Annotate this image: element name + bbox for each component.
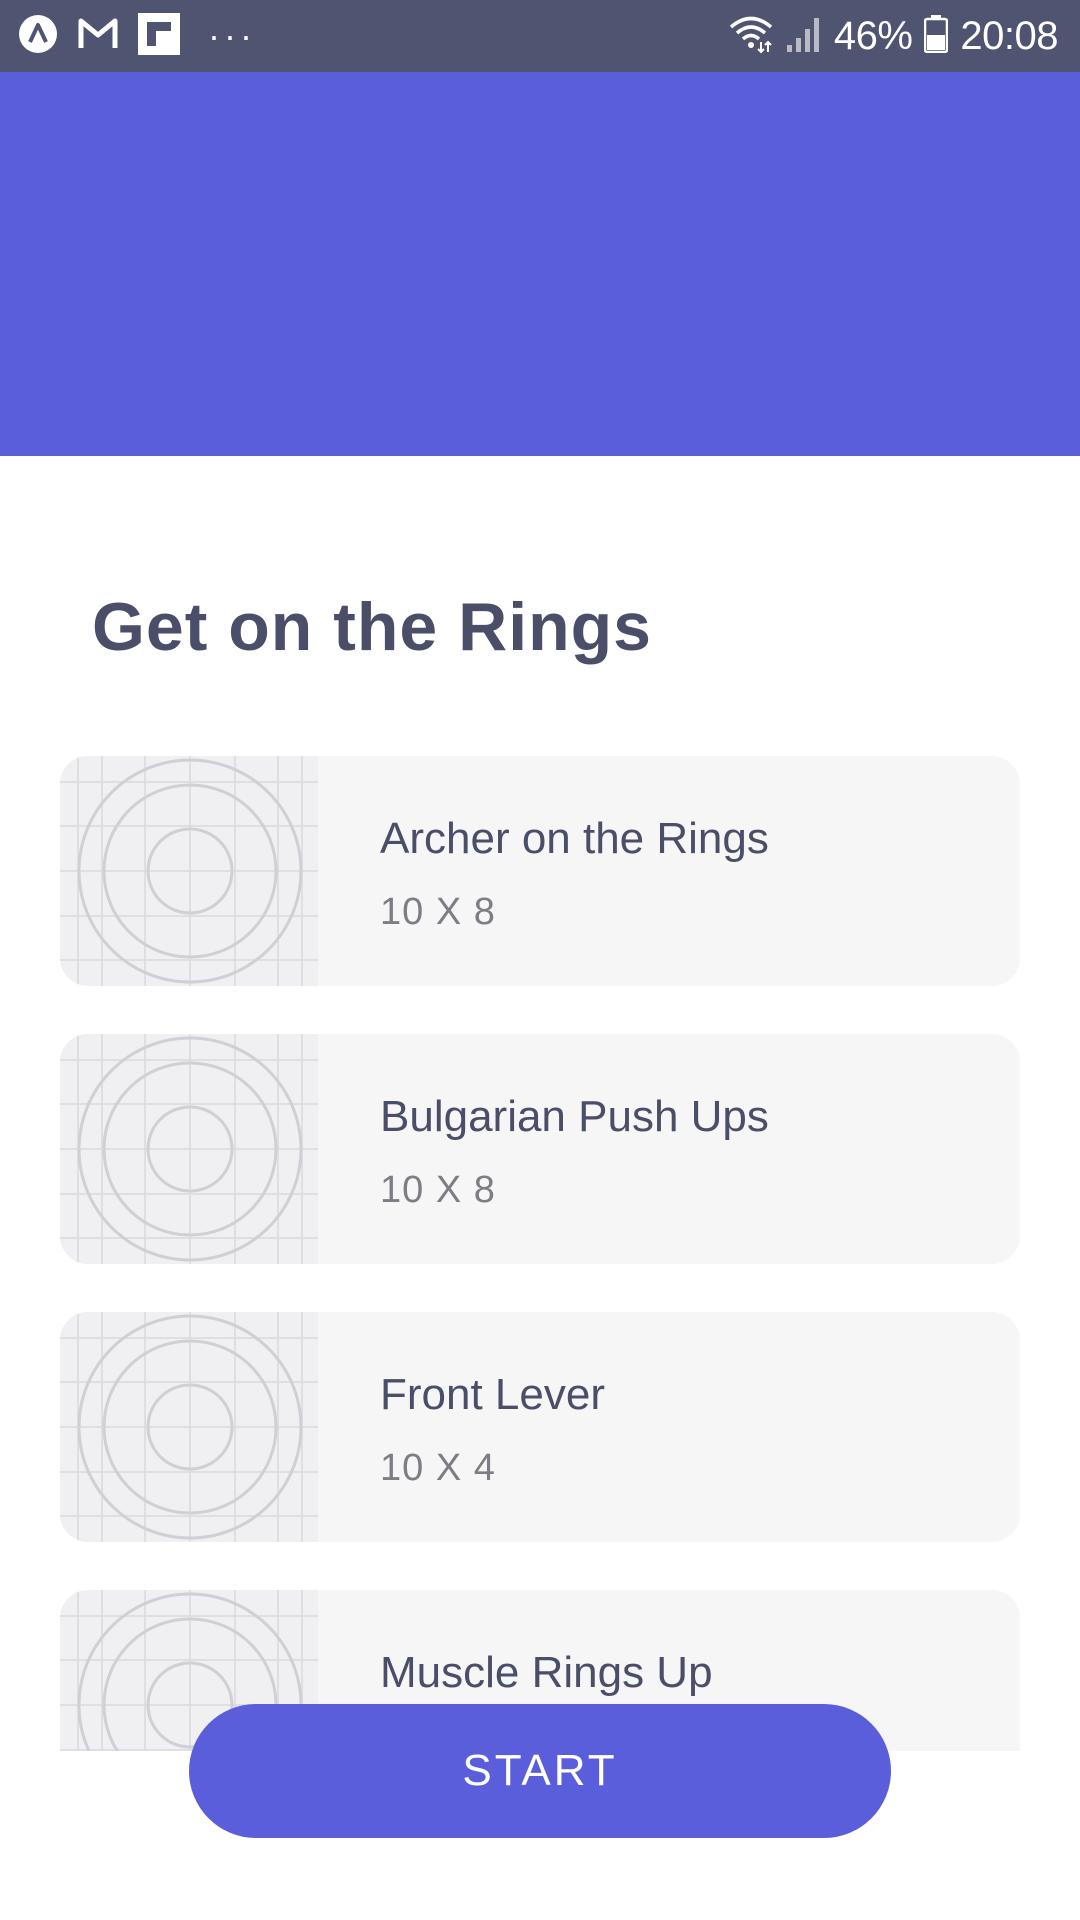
exercise-sets: 10 X 8 (380, 891, 496, 933)
exercise-name: Front Lever (380, 1370, 605, 1419)
exercise-card[interactable]: Front Lever 10 X 4 (60, 1312, 1020, 1542)
flipboard-icon (138, 12, 180, 60)
status-bar: ··· 46% 20:08 (0, 0, 1080, 72)
more-notifications-indicator: ··· (208, 15, 256, 56)
battery-percent: 46% (833, 13, 913, 58)
exercise-list[interactable]: Archer on the Rings 10 X 8 Bulgarian Pus… (60, 756, 1020, 1751)
gmail-icon (78, 17, 118, 56)
exercise-card[interactable]: Archer on the Rings 10 X 8 (60, 756, 1020, 986)
wifi-icon (728, 14, 774, 59)
exercise-name: Bulgarian Push Ups (380, 1092, 769, 1141)
exercise-sets: 10 X 8 (380, 1169, 496, 1211)
exercise-sets: 10 X 4 (380, 1447, 496, 1489)
system-indicators: 46% 20:08 (716, 14, 1058, 59)
exercise-name: Muscle Rings Up (380, 1648, 713, 1697)
app-a-icon (18, 14, 58, 59)
clock: 20:08 (960, 13, 1058, 58)
image-placeholder-icon (60, 1312, 318, 1542)
notification-icons: ··· (18, 12, 276, 60)
image-placeholder-icon (60, 756, 318, 986)
page-title: Get on the Rings (92, 589, 652, 665)
battery-icon (924, 14, 949, 58)
image-placeholder-icon (60, 1034, 318, 1264)
signal-icon (786, 15, 822, 58)
exercise-name: Archer on the Rings (380, 814, 769, 863)
exercise-card[interactable]: Bulgarian Push Ups 10 X 8 (60, 1034, 1020, 1264)
start-button[interactable]: START (189, 1704, 891, 1838)
header-banner (0, 72, 1080, 456)
